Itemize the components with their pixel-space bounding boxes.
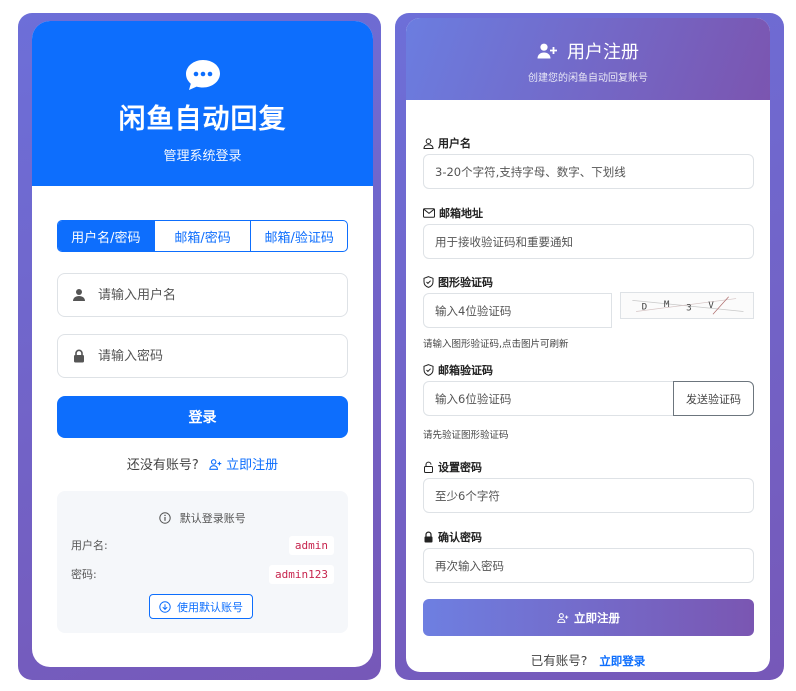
register-panel-background: 用户注册 创建您的闲鱼自动回复账号 用户名 邮箱地址 (395, 13, 784, 680)
email-code-label-text: 邮箱验证码 (438, 364, 493, 377)
email-label-text: 邮箱地址 (439, 207, 483, 220)
person-plus-icon (537, 43, 557, 59)
unlock-icon (424, 461, 433, 473)
default-password-label: 密码: (71, 568, 97, 581)
password-label-text: 设置密码 (438, 461, 482, 474)
email-label: 邮箱地址 (423, 205, 483, 221)
login-title: 闲鱼自动回复 (118, 104, 287, 135)
register-link[interactable]: 立即注册 (209, 458, 278, 473)
captcha-hint: 请输入图形验证码,点击图片可刷新 (423, 339, 569, 350)
register-card: 用户注册 创建您的闲鱼自动回复账号 用户名 邮箱地址 (406, 18, 770, 672)
username-label: 用户名 (423, 135, 471, 151)
email-code-label: 邮箱验证码 (423, 362, 493, 378)
person-plus-icon (557, 612, 569, 623)
confirm-password-label-text: 确认密码 (438, 531, 482, 544)
confirm-password-label: 确认密码 (423, 529, 482, 545)
default-account-heading: 默认登录账号 (57, 510, 348, 526)
password-label: 设置密码 (423, 459, 482, 475)
reg-confirm-password-input[interactable] (435, 558, 753, 573)
tab-email-code[interactable]: 邮箱/验证码 (250, 221, 347, 251)
email-code-input[interactable] (435, 391, 673, 406)
reg-username-field (423, 154, 754, 189)
register-link-label: 立即注册 (226, 458, 279, 473)
no-account-text: 还没有账号? (126, 458, 199, 473)
register-title: 用户注册 (567, 42, 639, 63)
password-field (57, 334, 348, 378)
send-code-button[interactable]: 发送验证码 (673, 381, 754, 416)
reg-password-field (423, 478, 754, 513)
captcha-input[interactable] (435, 303, 611, 318)
tab-email-password[interactable]: 邮箱/密码 (153, 221, 251, 251)
envelope-icon (423, 208, 435, 218)
person-plus-icon (209, 459, 222, 470)
captcha-label-text: 图形验证码 (438, 276, 493, 289)
login-panel-background: 闲鱼自动回复 管理系统登录 用户名/密码 邮箱/密码 邮箱/验证码 登录 还没有… (18, 13, 381, 680)
login-method-tabs: 用户名/密码 邮箱/密码 邮箱/验证码 (57, 220, 348, 252)
lock-icon (74, 349, 84, 363)
login-subtitle: 管理系统登录 (163, 149, 242, 164)
login-card: 闲鱼自动回复 管理系统登录 用户名/密码 邮箱/密码 邮箱/验证码 登录 还没有… (32, 21, 373, 667)
chat-dots-icon (185, 60, 220, 90)
captcha-field (423, 293, 612, 328)
arrow-down-circle-icon (159, 600, 171, 613)
shield-check-icon (423, 364, 434, 376)
reg-username-input[interactable] (435, 164, 753, 179)
register-subtitle: 创建您的闲鱼自动回复账号 (528, 73, 648, 84)
login-header: 闲鱼自动回复 管理系统登录 (32, 21, 373, 186)
email-code-field (423, 381, 674, 416)
username-field (57, 273, 348, 317)
shield-check-icon (423, 276, 434, 288)
captcha-image[interactable]: DM3V (620, 292, 754, 319)
have-account-text: 已有账号? (530, 653, 588, 668)
reg-email-field (423, 224, 754, 259)
username-label-text: 用户名 (438, 137, 471, 150)
reg-email-input[interactable] (435, 234, 753, 249)
use-default-account-label: 使用默认账号 (177, 600, 243, 614)
default-password-row: 密码: admin123 (71, 564, 334, 584)
captcha-label: 图形验证码 (423, 274, 493, 290)
login-button[interactable]: 登录 (57, 396, 348, 438)
username-input[interactable] (98, 287, 328, 303)
tab-username-password[interactable]: 用户名/密码 (58, 221, 154, 251)
default-password-value: admin123 (269, 564, 334, 584)
lock-fill-icon (424, 531, 433, 543)
register-header: 用户注册 创建您的闲鱼自动回复账号 (406, 18, 770, 100)
use-default-account-button[interactable]: 使用默认账号 (149, 594, 253, 619)
default-account-title: 默认登录账号 (179, 512, 246, 525)
reg-confirm-password-field (423, 548, 754, 583)
default-account-box: 默认登录账号 用户名: admin 密码: admin123 使用默认账号 (57, 491, 348, 633)
default-username-label: 用户名: (71, 539, 108, 552)
email-code-hint: 请先验证图形验证码 (423, 430, 509, 441)
register-prompt: 还没有账号? 立即注册 (32, 454, 373, 473)
reg-password-input[interactable] (435, 488, 753, 503)
person-icon (423, 137, 434, 149)
password-input[interactable] (98, 348, 328, 364)
login-link[interactable]: 立即登录 (599, 654, 645, 668)
info-circle-icon (159, 512, 171, 524)
register-submit-label: 立即注册 (574, 610, 620, 625)
default-username-value: admin (288, 535, 334, 555)
login-prompt: 已有账号? 立即登录 (406, 650, 770, 669)
register-submit-button[interactable]: 立即注册 (423, 599, 754, 636)
person-icon (73, 289, 85, 301)
default-username-row: 用户名: admin (71, 535, 334, 555)
